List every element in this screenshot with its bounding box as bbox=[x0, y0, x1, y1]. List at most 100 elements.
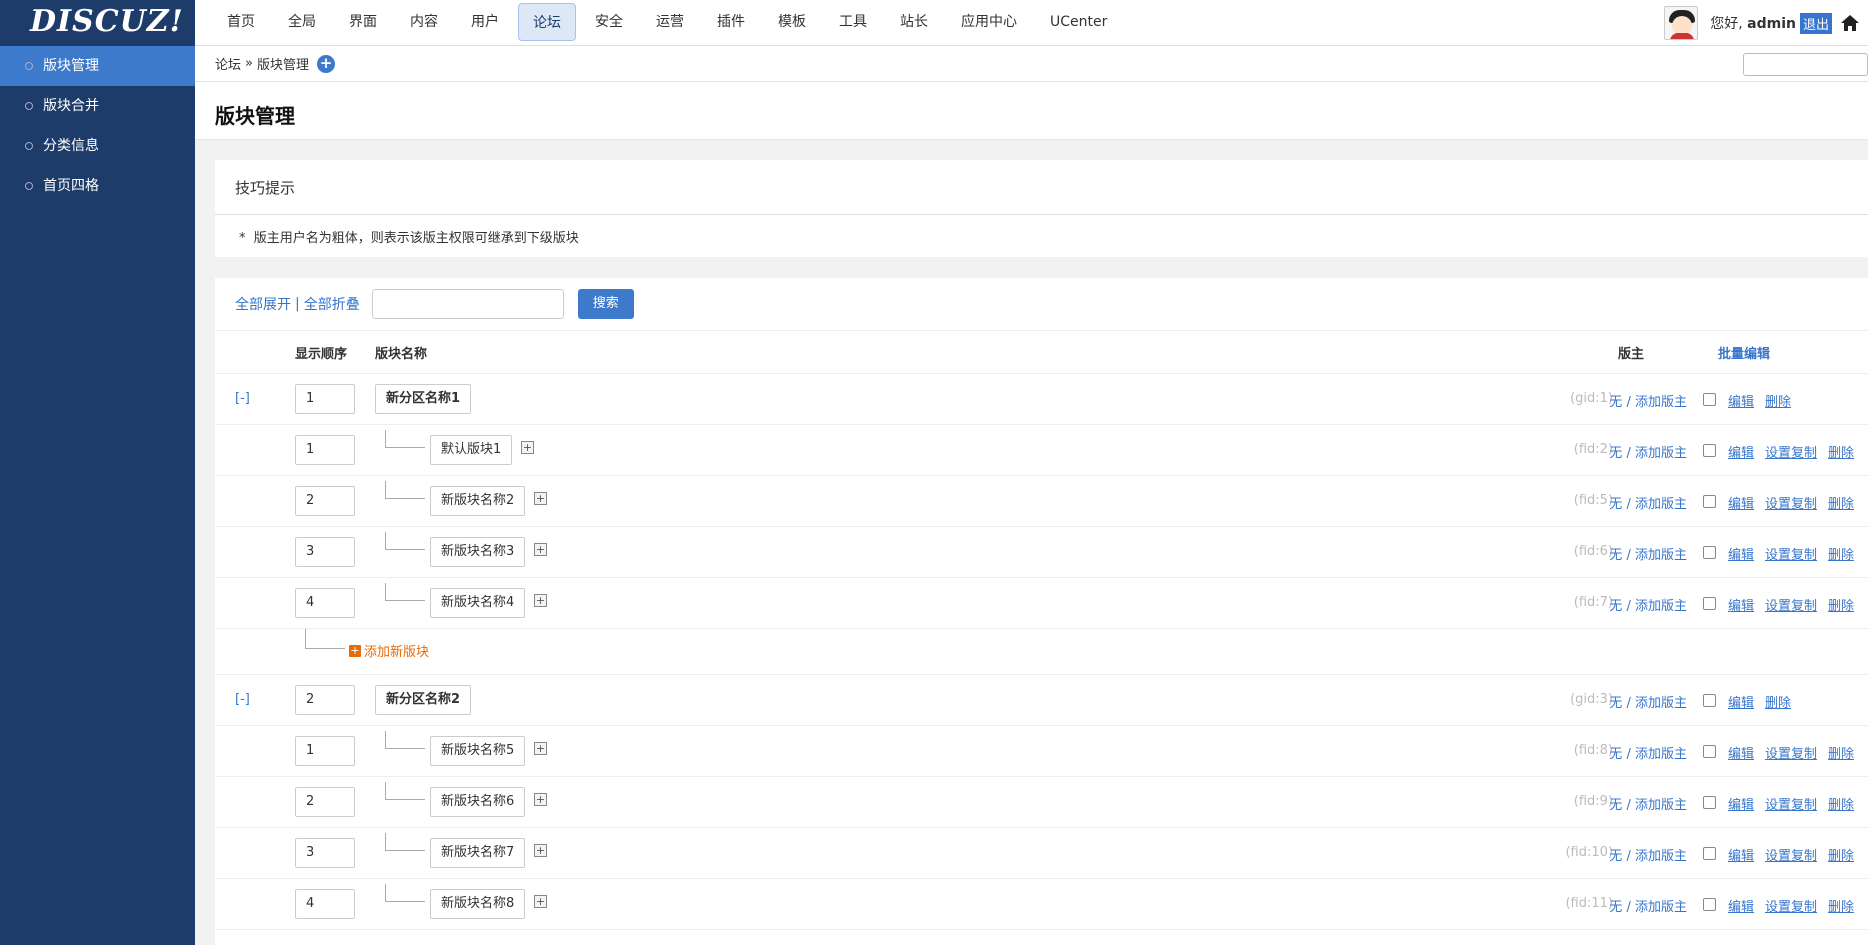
no-moderator-link[interactable]: 无 bbox=[1609, 548, 1622, 563]
forum-name-input[interactable]: 新版块名称3 bbox=[430, 537, 526, 567]
add-subforum-icon[interactable]: + bbox=[534, 594, 547, 607]
nav-item-12[interactable]: 应用中心 bbox=[947, 3, 1031, 41]
batch-checkbox[interactable] bbox=[1703, 444, 1716, 457]
nav-item-10[interactable]: 工具 bbox=[825, 3, 881, 41]
forum-name-input[interactable]: 新版块名称8 bbox=[430, 889, 526, 919]
display-order-input[interactable]: 2 bbox=[295, 685, 355, 715]
add-subforum-icon[interactable]: + bbox=[534, 793, 547, 806]
nav-item-6[interactable]: 安全 bbox=[581, 3, 637, 41]
no-moderator-link[interactable]: 无 bbox=[1609, 849, 1622, 864]
add-subforum-icon[interactable]: + bbox=[534, 742, 547, 755]
add-moderator-link[interactable]: 添加版主 bbox=[1635, 395, 1687, 410]
add-moderator-link[interactable]: 添加版主 bbox=[1635, 798, 1687, 813]
sidebar-item-3[interactable]: 首页四格 bbox=[0, 166, 195, 206]
copy-settings-link[interactable]: 设置复制 bbox=[1765, 442, 1817, 461]
add-moderator-link[interactable]: 添加版主 bbox=[1635, 497, 1687, 512]
batch-edit-link[interactable]: 批量编辑 bbox=[1718, 343, 1770, 362]
edit-link[interactable]: 编辑 bbox=[1728, 442, 1754, 461]
forum-name-input[interactable]: 新版块名称7 bbox=[430, 838, 526, 868]
batch-checkbox[interactable] bbox=[1703, 694, 1716, 707]
quick-search-input[interactable] bbox=[1743, 53, 1868, 76]
nav-item-0[interactable]: 首页 bbox=[213, 3, 269, 41]
forum-name-input[interactable]: 新版块名称4 bbox=[430, 588, 526, 618]
display-order-input[interactable]: 4 bbox=[295, 588, 355, 618]
copy-settings-link[interactable]: 设置复制 bbox=[1765, 743, 1817, 762]
collapse-toggle[interactable]: [-] bbox=[235, 692, 250, 707]
edit-link[interactable]: 编辑 bbox=[1728, 544, 1754, 563]
group-name-input[interactable]: 新分区名称1 bbox=[375, 384, 472, 414]
batch-checkbox[interactable] bbox=[1703, 898, 1716, 911]
collapse-toggle[interactable]: [-] bbox=[235, 391, 250, 406]
delete-link[interactable]: 删除 bbox=[1828, 544, 1854, 563]
batch-checkbox[interactable] bbox=[1703, 597, 1716, 610]
nav-item-4[interactable]: 用户 bbox=[457, 3, 513, 41]
sidebar-item-2[interactable]: 分类信息 bbox=[0, 126, 195, 166]
forum-search-input[interactable] bbox=[371, 289, 564, 319]
add-shortcut-icon[interactable]: + bbox=[317, 54, 335, 73]
batch-checkbox[interactable] bbox=[1703, 393, 1716, 406]
home-icon[interactable] bbox=[1840, 13, 1860, 33]
display-order-input[interactable]: 1 bbox=[295, 736, 355, 766]
display-order-input[interactable]: 3 bbox=[295, 537, 355, 567]
group-name-input[interactable]: 新分区名称2 bbox=[375, 685, 472, 715]
delete-link[interactable]: 删除 bbox=[1828, 595, 1854, 614]
copy-settings-link[interactable]: 设置复制 bbox=[1765, 544, 1817, 563]
no-moderator-link[interactable]: 无 bbox=[1609, 395, 1622, 410]
edit-link[interactable]: 编辑 bbox=[1728, 493, 1754, 512]
display-order-input[interactable]: 2 bbox=[295, 486, 355, 516]
delete-link[interactable]: 删除 bbox=[1828, 743, 1854, 762]
edit-link[interactable]: 编辑 bbox=[1728, 595, 1754, 614]
copy-settings-link[interactable]: 设置复制 bbox=[1765, 493, 1817, 512]
add-moderator-link[interactable]: 添加版主 bbox=[1635, 696, 1687, 711]
batch-checkbox[interactable] bbox=[1703, 847, 1716, 860]
edit-link[interactable]: 编辑 bbox=[1728, 743, 1754, 762]
delete-link[interactable]: 删除 bbox=[1828, 493, 1854, 512]
nav-item-1[interactable]: 全局 bbox=[274, 3, 330, 41]
batch-checkbox[interactable] bbox=[1703, 495, 1716, 508]
add-subforum-icon[interactable]: + bbox=[534, 543, 547, 556]
delete-link[interactable]: 删除 bbox=[1828, 845, 1854, 864]
delete-link[interactable]: 删除 bbox=[1765, 692, 1791, 711]
edit-link[interactable]: 编辑 bbox=[1728, 391, 1754, 410]
nav-item-11[interactable]: 站长 bbox=[886, 3, 942, 41]
no-moderator-link[interactable]: 无 bbox=[1609, 599, 1622, 614]
add-moderator-link[interactable]: 添加版主 bbox=[1635, 599, 1687, 614]
add-subforum-icon[interactable]: + bbox=[534, 492, 547, 505]
logout-button[interactable]: 退出 bbox=[1799, 12, 1832, 34]
nav-item-2[interactable]: 界面 bbox=[335, 3, 391, 41]
no-moderator-link[interactable]: 无 bbox=[1609, 497, 1622, 512]
add-moderator-link[interactable]: 添加版主 bbox=[1635, 747, 1687, 762]
forum-name-input[interactable]: 新版块名称6 bbox=[430, 787, 526, 817]
display-order-input[interactable]: 4 bbox=[295, 889, 355, 919]
display-order-input[interactable]: 1 bbox=[295, 384, 355, 414]
discuz-logo[interactable]: DISCUZ! bbox=[0, 0, 195, 46]
add-moderator-link[interactable]: 添加版主 bbox=[1635, 900, 1687, 915]
expand-all-link[interactable]: 全部展开 bbox=[235, 294, 291, 314]
breadcrumb-parent[interactable]: 论坛 bbox=[215, 54, 241, 73]
add-moderator-link[interactable]: 添加版主 bbox=[1635, 446, 1687, 461]
delete-link[interactable]: 删除 bbox=[1828, 794, 1854, 813]
add-moderator-link[interactable]: 添加版主 bbox=[1635, 849, 1687, 864]
nav-item-8[interactable]: 插件 bbox=[703, 3, 759, 41]
forum-name-input[interactable]: 新版块名称5 bbox=[430, 736, 526, 766]
no-moderator-link[interactable]: 无 bbox=[1609, 446, 1622, 461]
forum-name-input[interactable]: 新版块名称2 bbox=[430, 486, 526, 516]
nav-item-3[interactable]: 内容 bbox=[396, 3, 452, 41]
edit-link[interactable]: 编辑 bbox=[1728, 896, 1754, 915]
no-moderator-link[interactable]: 无 bbox=[1609, 747, 1622, 762]
no-moderator-link[interactable]: 无 bbox=[1609, 696, 1622, 711]
sidebar-item-0[interactable]: 版块管理 bbox=[0, 46, 195, 86]
nav-item-7[interactable]: 运营 bbox=[642, 3, 698, 41]
no-moderator-link[interactable]: 无 bbox=[1609, 798, 1622, 813]
batch-checkbox[interactable] bbox=[1703, 745, 1716, 758]
delete-link[interactable]: 删除 bbox=[1765, 391, 1791, 410]
delete-link[interactable]: 删除 bbox=[1828, 896, 1854, 915]
forum-name-input[interactable]: 默认版块1 bbox=[430, 435, 513, 465]
edit-link[interactable]: 编辑 bbox=[1728, 845, 1754, 864]
copy-settings-link[interactable]: 设置复制 bbox=[1765, 595, 1817, 614]
copy-settings-link[interactable]: 设置复制 bbox=[1765, 794, 1817, 813]
add-subforum-icon[interactable]: + bbox=[534, 844, 547, 857]
add-subforum-icon[interactable]: + bbox=[534, 895, 547, 908]
display-order-input[interactable]: 2 bbox=[295, 787, 355, 817]
nav-item-5[interactable]: 论坛 bbox=[518, 3, 576, 41]
